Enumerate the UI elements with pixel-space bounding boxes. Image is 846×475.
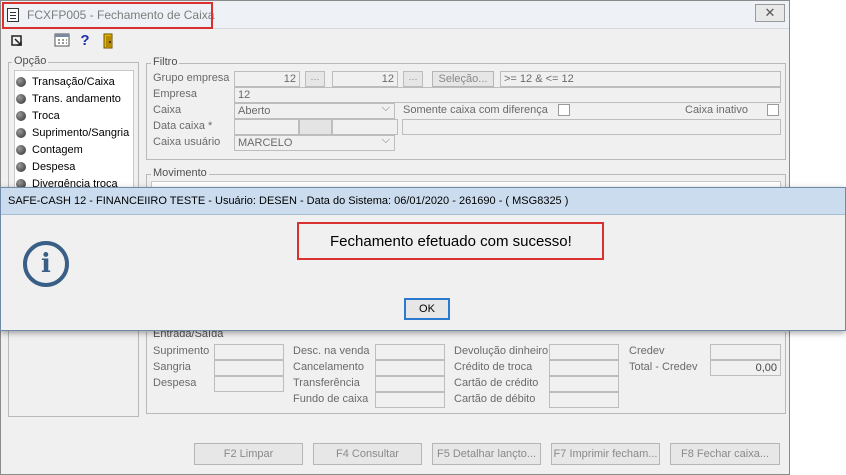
data-caixa-from-field[interactable]: [234, 119, 299, 135]
title-bar: FCXFP005 - Fechamento de Caixa ✕: [1, 1, 789, 29]
cartao-debito-label: Cartão de débito: [454, 393, 536, 405]
caixa-usuario-select[interactable]: MARCELO: [234, 133, 395, 151]
opcao-item-suprimento-sangria[interactable]: Suprimento/Sangria: [16, 127, 129, 139]
suprimento-field: [214, 344, 284, 360]
cartao-credito-label: Cartão de crédito: [454, 377, 539, 389]
sangria-label: Sangria: [153, 361, 191, 373]
despesa-label: Despesa: [153, 377, 197, 389]
movimento-legend: Movimento: [151, 167, 209, 179]
detalhar-lancto-button[interactable]: F5 Detalhar lançto...: [432, 443, 541, 465]
data-caixa-separator: [299, 119, 332, 135]
somente-diferenca-checkbox[interactable]: [558, 104, 570, 116]
selecao-button[interactable]: Seleção...: [432, 71, 494, 87]
selecao-expression-field: >= 12 & <= 12: [500, 71, 781, 87]
dialog-message: Fechamento efetuado com sucesso!: [330, 233, 572, 250]
opcao-item-trans-andamento[interactable]: Trans. andamento: [16, 93, 121, 105]
despesa-field: [214, 376, 284, 392]
data-caixa-description-field: [402, 119, 781, 135]
grupo-empresa-label: Grupo empresa: [153, 72, 230, 84]
cartao-credito-field: [549, 376, 619, 392]
devolucao-dinheiro-field: [549, 344, 619, 360]
opcao-item-troca[interactable]: Troca: [16, 110, 60, 122]
grupo-empresa-from-search-button[interactable]: ⋯: [305, 71, 325, 87]
grupo-empresa-to-search-button[interactable]: ⋯: [403, 71, 423, 87]
suprimento-label: Suprimento: [153, 345, 210, 357]
help-icon[interactable]: ?: [77, 33, 93, 49]
desc-venda-field: [375, 344, 445, 360]
opcao-item-despesa[interactable]: Despesa: [16, 161, 75, 173]
data-caixa-label: Data caixa *: [153, 120, 213, 132]
calculator-icon[interactable]: [54, 33, 70, 49]
credev-label: Credev: [629, 345, 665, 357]
credev-field: [710, 344, 781, 360]
dialog-title: SAFE-CASH 12 - FINANCEIIRO TESTE - Usuár…: [8, 195, 569, 207]
empresa-label: Empresa: [153, 88, 198, 100]
empresa-field[interactable]: 12: [234, 87, 781, 103]
opcao-legend: Opção: [12, 55, 49, 67]
caixa-label: Caixa: [153, 104, 182, 116]
credito-troca-field: [549, 360, 619, 376]
caixa-inativo-checkbox[interactable]: [767, 104, 779, 116]
desc-venda-label: Desc. na venda: [293, 345, 370, 357]
info-icon: i: [23, 241, 69, 287]
sangria-field: [214, 360, 284, 376]
cartao-debito-field: [549, 392, 619, 408]
cancelamento-label: Cancelamento: [293, 361, 364, 373]
grupo-empresa-to-field[interactable]: 12: [332, 71, 398, 87]
imprimir-fechamento-button[interactable]: F7 Imprimir fecham...: [551, 443, 660, 465]
devolucao-dinheiro-label: Devolução dinheiro: [454, 345, 549, 357]
somente-diferenca-label: Somente caixa com diferença: [403, 104, 548, 116]
caixa-select[interactable]: Aberto: [234, 101, 395, 119]
total-credev-field: 0,00: [710, 360, 781, 376]
limpar-button[interactable]: F2 Limpar: [194, 443, 303, 465]
exit-door-icon[interactable]: [100, 33, 116, 49]
title-highlight: [2, 2, 213, 29]
opcao-item-contagem[interactable]: Contagem: [16, 144, 83, 156]
caixa-select-value: Aberto: [238, 105, 271, 117]
fundo-caixa-field: [375, 392, 445, 408]
caixa-usuario-label: Caixa usuário: [153, 136, 221, 148]
close-button[interactable]: ✕: [755, 4, 785, 22]
opcao-item-transacao-caixa[interactable]: Transação/Caixa: [16, 76, 115, 88]
toolbar: ?: [1, 30, 789, 52]
consultar-button[interactable]: F4 Consultar: [313, 443, 422, 465]
fechar-caixa-button[interactable]: F8 Fechar caixa...: [670, 443, 780, 465]
ok-button[interactable]: OK: [404, 298, 450, 320]
transferencia-field: [375, 376, 445, 392]
caixa-usuario-value: MARCELO: [238, 137, 293, 149]
grupo-empresa-from-field[interactable]: 12: [234, 71, 300, 87]
total-credev-label: Total - Credev: [629, 361, 698, 373]
message-dialog: SAFE-CASH 12 - FINANCEIIRO TESTE - Usuár…: [0, 187, 846, 331]
cancelamento-field: [375, 360, 445, 376]
export-icon[interactable]: [9, 33, 25, 49]
caixa-inativo-label: Caixa inativo: [685, 104, 748, 116]
fundo-caixa-label: Fundo de caixa: [293, 393, 369, 405]
transferencia-label: Transferência: [293, 377, 360, 389]
credito-troca-label: Crédito de troca: [454, 361, 533, 373]
filtro-legend: Filtro: [151, 56, 180, 68]
dialog-title-bar: SAFE-CASH 12 - FINANCEIIRO TESTE - Usuár…: [1, 188, 845, 215]
